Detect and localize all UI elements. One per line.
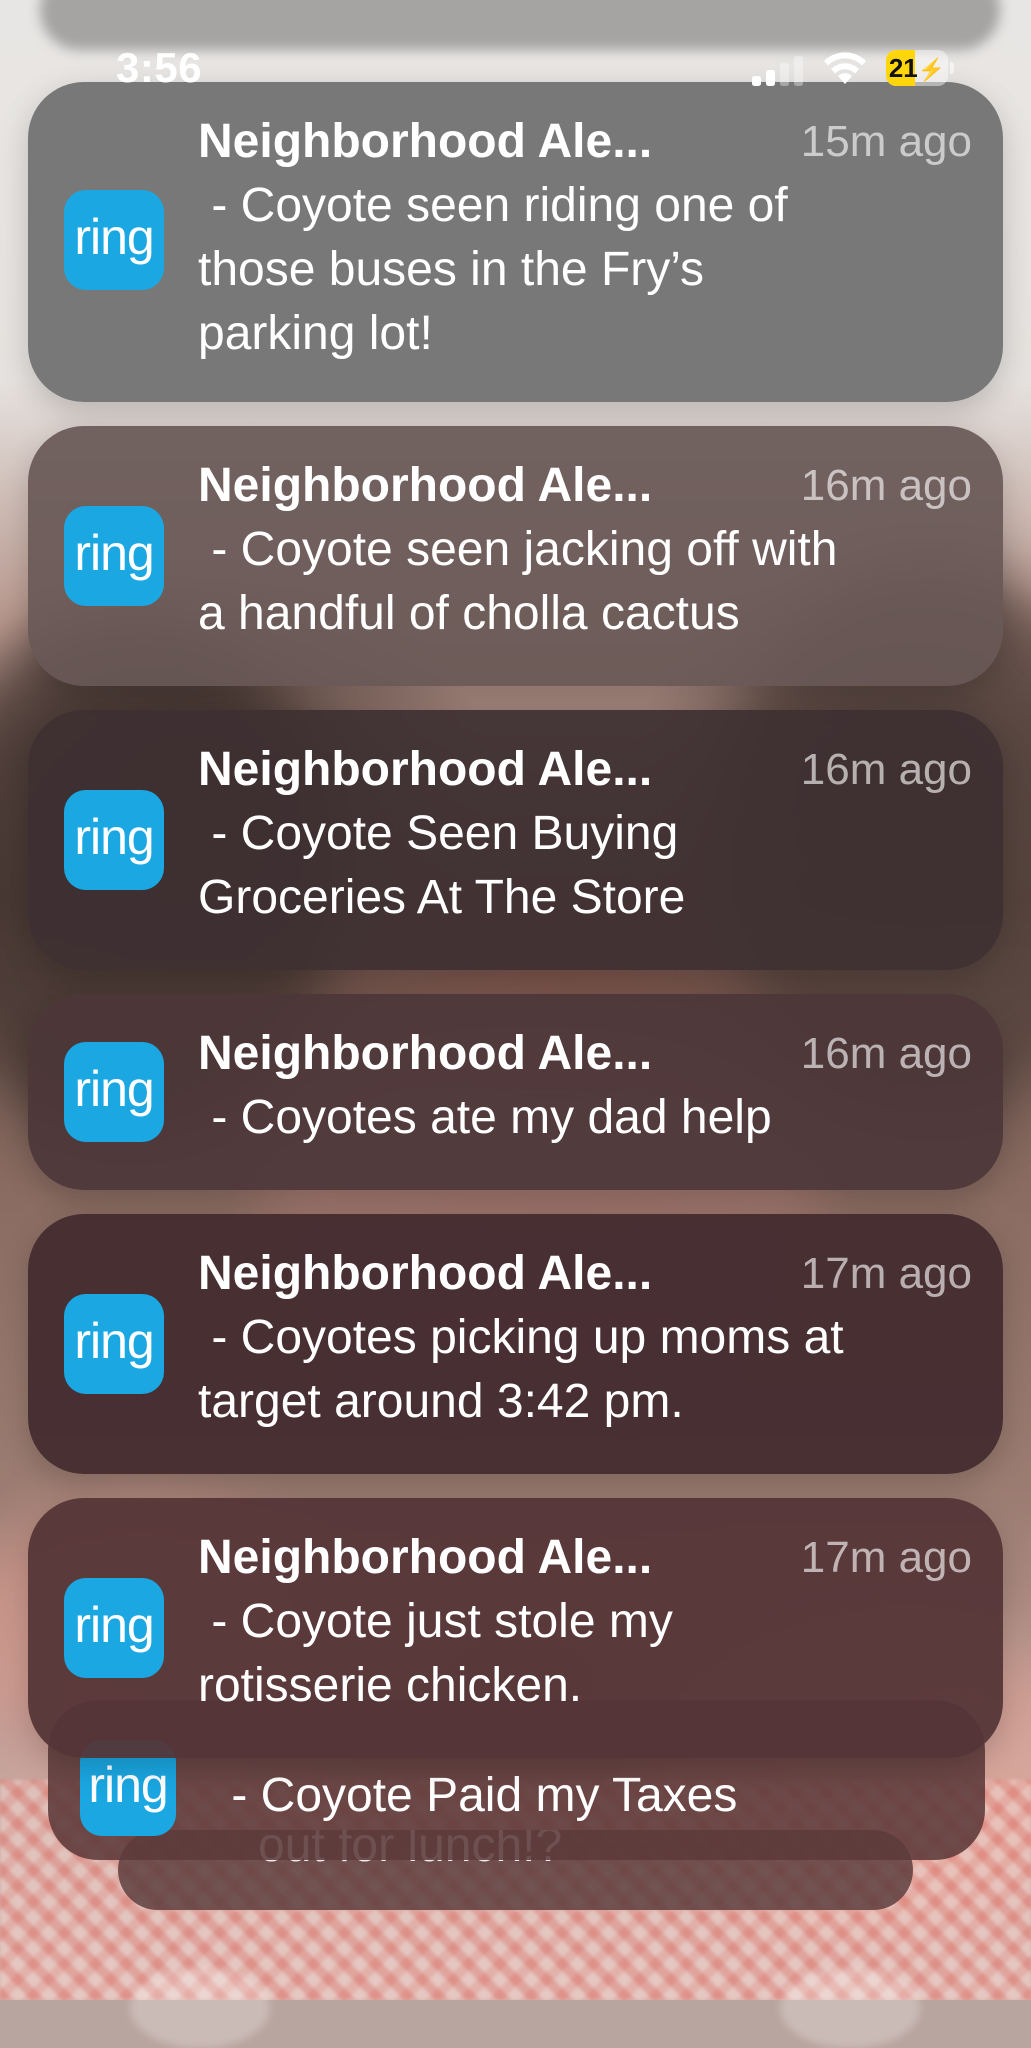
app-icon-label: ring: [88, 1757, 168, 1813]
ring-app-icon: ring: [64, 506, 164, 606]
notification-time: 16m ago: [800, 745, 972, 794]
notification-body: - Coyote Paid my Taxes: [218, 1769, 738, 1822]
app-icon-label: ring: [74, 809, 154, 865]
notification-time: 16m ago: [800, 461, 972, 510]
app-icon-label: ring: [74, 209, 154, 265]
app-icon-label: ring: [74, 525, 154, 581]
ring-app-icon: ring: [64, 190, 164, 290]
notification-body: - Coyote Seen Buying Groceries At The St…: [198, 807, 686, 924]
notification-time: 17m ago: [800, 1533, 972, 1582]
app-icon-label: ring: [74, 1597, 154, 1653]
camera-button-hint[interactable]: [780, 1968, 920, 2048]
status-time: 3:56: [116, 44, 203, 91]
cellular-signal-icon: [752, 56, 803, 86]
notification-title: Neighborhood Ale...: [198, 1531, 653, 1584]
battery-percentage: 21⚡: [886, 50, 948, 86]
signal-bar: [766, 70, 775, 86]
notification-body: - Coyote seen jacking off with a handful…: [198, 523, 838, 640]
notification-header: Neighborhood Ale... 16m ago: [198, 740, 988, 800]
notification-body: - Coyotes picking up moms at target arou…: [198, 1311, 844, 1428]
signal-bar: [794, 56, 803, 86]
notification-header: Neighborhood Ale... 16m ago: [198, 456, 988, 516]
notification-header: Neighborhood Ale... 16m ago: [198, 1024, 988, 1084]
ring-app-icon: ring: [64, 1294, 164, 1394]
app-icon-label: ring: [74, 1061, 154, 1117]
notification-card[interactable]: ring Neighborhood Ale... 16m ago - Coyot…: [28, 710, 1003, 970]
status-bar: 3:56 21⚡: [0, 0, 1031, 130]
notification-body: - Coyote seen riding one of those buses …: [198, 179, 788, 360]
notification-card[interactable]: ring Neighborhood Ale... 17m ago - Coyot…: [28, 1214, 1003, 1474]
notification-card[interactable]: ring Neighborhood Ale... 17m ago - Coyot…: [28, 1498, 1003, 1758]
signal-bar: [780, 63, 789, 86]
notification-card[interactable]: ring Neighborhood Ale... 16m ago - Coyot…: [28, 426, 1003, 686]
notification-title: Neighborhood Ale...: [198, 1027, 653, 1080]
notification-body: - Coyote just stole my rotisserie chicke…: [198, 1595, 673, 1712]
signal-bar: [752, 76, 761, 86]
notification-time: 16m ago: [800, 1029, 972, 1078]
battery-cap: [950, 62, 954, 74]
notification-header: Neighborhood Ale... 17m ago: [198, 1528, 988, 1588]
ring-app-icon: ring: [64, 1578, 164, 1678]
notification-title: Neighborhood Ale...: [198, 1247, 653, 1300]
notification-time: 17m ago: [800, 1249, 972, 1298]
ring-app-icon: ring: [64, 1042, 164, 1142]
notification-body: - Coyotes ate my dad help: [198, 1091, 772, 1144]
notification-card[interactable]: ring Neighborhood Ale... 15m ago - Coyot…: [28, 82, 1003, 402]
battery-icon: 21⚡: [886, 50, 954, 86]
wifi-icon: [824, 52, 866, 84]
charging-bolt-icon: ⚡: [917, 57, 946, 82]
battery-percentage-value: 21: [888, 53, 918, 83]
battery-body: 21⚡: [886, 50, 948, 86]
app-icon-label: ring: [74, 1313, 154, 1369]
flashlight-button-hint[interactable]: [130, 1968, 270, 2048]
notification-card[interactable]: ring Neighborhood Ale... 16m ago - Coyot…: [28, 994, 1003, 1190]
notification-header: Neighborhood Ale... 17m ago: [198, 1244, 988, 1304]
notification-title: Neighborhood Ale...: [198, 743, 653, 796]
notification-title: Neighborhood Ale...: [198, 459, 653, 512]
ring-app-icon: ring: [64, 790, 164, 890]
